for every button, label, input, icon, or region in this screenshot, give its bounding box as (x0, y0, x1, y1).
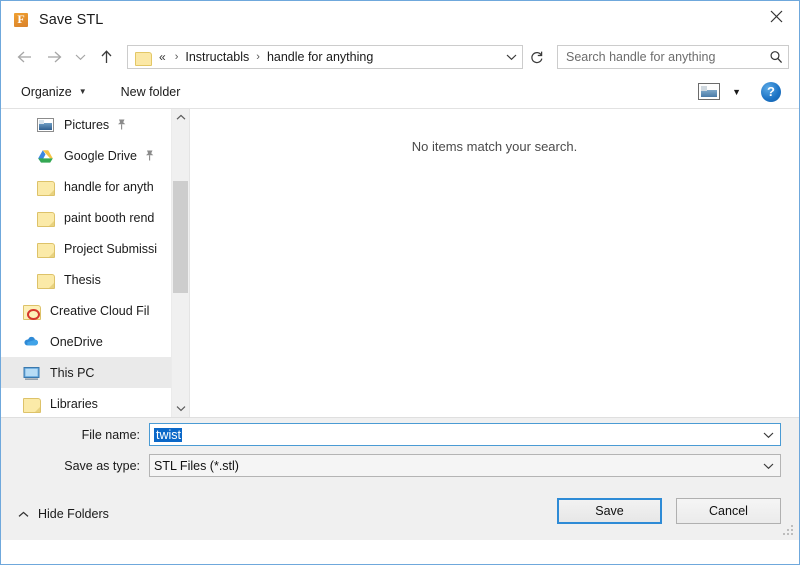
scroll-down-icon[interactable] (172, 400, 189, 417)
folder-icon (37, 179, 55, 196)
sidebar-item-label: Thesis (64, 272, 101, 287)
organize-button[interactable]: Organize ▼ (15, 80, 93, 104)
sidebar-item-onedrive[interactable]: OneDrive (1, 326, 172, 357)
onedrive-icon (23, 334, 40, 350)
filename-value-wrap: twist (150, 427, 756, 442)
file-list-pane[interactable]: No items match your search. (190, 109, 799, 417)
breadcrumb: « › Instructabls › handle for anything (159, 50, 500, 64)
navigation-pane: Pictures Google Drive handle for anyth p… (1, 109, 190, 417)
window-title: Save STL (39, 12, 104, 28)
command-bar: Organize ▼ New folder ▼ ? (1, 75, 799, 109)
save-button[interactable]: Save (557, 498, 662, 524)
recent-locations-icon[interactable] (69, 42, 91, 72)
libraries-icon (23, 396, 41, 413)
up-icon[interactable] (91, 42, 121, 72)
title-bar: F Save STL (1, 1, 799, 39)
breadcrumb-item-0[interactable]: Instructabls (185, 50, 249, 64)
filetype-label: Save as type: (64, 458, 140, 473)
chevron-down-icon[interactable] (500, 46, 522, 68)
refresh-icon[interactable] (525, 45, 549, 69)
search-placeholder: Search handle for anything (566, 50, 716, 64)
hide-folders-button[interactable]: Hide Folders (18, 507, 109, 521)
search-icon[interactable] (764, 46, 788, 68)
filename-value: twist (154, 427, 182, 442)
breadcrumb-separator: › (174, 51, 179, 63)
pictures-icon (37, 117, 54, 133)
breadcrumb-separator: › (256, 51, 260, 63)
sidebar-item-libraries[interactable]: Libraries (1, 388, 172, 417)
creative-cloud-icon (23, 303, 41, 320)
dialog-buttons: Save Cancel (557, 498, 781, 524)
help-icon[interactable]: ? (761, 81, 781, 102)
filename-label: File name: (81, 427, 140, 442)
empty-state-message: No items match your search. (411, 139, 578, 154)
back-icon[interactable] (9, 42, 39, 72)
sidebar-item-label: Project Submissi (64, 241, 158, 256)
sidebar-item-label: Libraries (50, 396, 98, 411)
filename-row: File name: twist (1, 423, 799, 446)
sidebar-item-paint-booth-render[interactable]: paint booth rend (1, 202, 172, 233)
folder-icon (37, 272, 55, 289)
filetype-select[interactable]: STL Files (*.stl) (149, 454, 781, 477)
forward-icon[interactable] (39, 42, 69, 72)
scrollbar-thumb[interactable] (173, 181, 188, 293)
sidebar-item-project-submission[interactable]: Project Submissi (1, 233, 172, 264)
sidebar-item-label: This PC (50, 365, 95, 380)
content-area: Pictures Google Drive handle for anyth p… (1, 109, 799, 417)
sidebar-item-handle-for-anything[interactable]: handle for anyth (1, 171, 172, 202)
sidebar-item-google-drive[interactable]: Google Drive (1, 140, 172, 171)
search-input[interactable]: Search handle for anything (557, 45, 789, 69)
sidebar-item-creative-cloud-files[interactable]: Creative Cloud Fil (1, 295, 172, 326)
sidebar-item-label: Google Drive (64, 148, 137, 163)
file-form: File name: twist Save as type: STL Files… (1, 417, 799, 488)
chevron-up-icon (18, 511, 29, 518)
dialog-footer: Hide Folders Save Cancel (1, 488, 799, 540)
google-drive-icon (37, 148, 54, 164)
chevron-down-icon[interactable]: ▼ (732, 87, 741, 97)
chevron-down-icon: ▼ (78, 86, 87, 96)
scroll-up-icon[interactable] (172, 109, 189, 126)
new-folder-button[interactable]: New folder (115, 80, 187, 104)
save-stl-dialog: F Save STL « › Instructabls › handle for… (0, 0, 800, 565)
filetype-value: STL Files (*.stl) (154, 458, 239, 473)
navigation-bar: « › Instructabls › handle for anything S… (1, 39, 799, 75)
sidebar-item-pictures[interactable]: Pictures (1, 109, 172, 140)
sidebar-item-this-pc[interactable]: This PC (1, 357, 172, 388)
resize-grip[interactable] (783, 525, 795, 537)
breadcrumb-overflow-icon[interactable]: « (159, 50, 166, 64)
chevron-down-icon[interactable] (756, 424, 780, 445)
hide-folders-label: Hide Folders (38, 507, 109, 521)
pin-icon (116, 118, 127, 131)
sidebar-scrollbar[interactable] (171, 109, 189, 417)
folder-icon (37, 241, 55, 258)
this-pc-icon (23, 365, 40, 381)
organize-label: Organize (21, 84, 72, 99)
cancel-button[interactable]: Cancel (676, 498, 781, 524)
sidebar-item-label: Creative Cloud Fil (50, 303, 150, 318)
view-layout-icon[interactable] (698, 83, 721, 100)
folder-tree: Pictures Google Drive handle for anyth p… (1, 109, 172, 417)
close-icon[interactable] (753, 1, 799, 31)
chevron-down-icon[interactable] (756, 455, 780, 476)
filetype-row: Save as type: STL Files (*.stl) (1, 454, 799, 477)
address-bar[interactable]: « › Instructabls › handle for anything (127, 45, 523, 69)
sidebar-item-thesis[interactable]: Thesis (1, 264, 172, 295)
address-folder-icon (135, 51, 152, 66)
sidebar-item-label: Pictures (64, 117, 110, 132)
breadcrumb-item-1[interactable]: handle for anything (267, 50, 373, 64)
sidebar-item-label: OneDrive (50, 334, 103, 349)
pin-icon (144, 149, 155, 162)
new-folder-label: New folder (120, 84, 181, 99)
fusion-f-icon: F (14, 12, 30, 28)
folder-icon (37, 210, 55, 227)
sidebar-item-label: paint booth rend (64, 210, 155, 225)
filename-input[interactable]: twist (149, 423, 781, 446)
sidebar-item-label: handle for anyth (64, 179, 154, 194)
